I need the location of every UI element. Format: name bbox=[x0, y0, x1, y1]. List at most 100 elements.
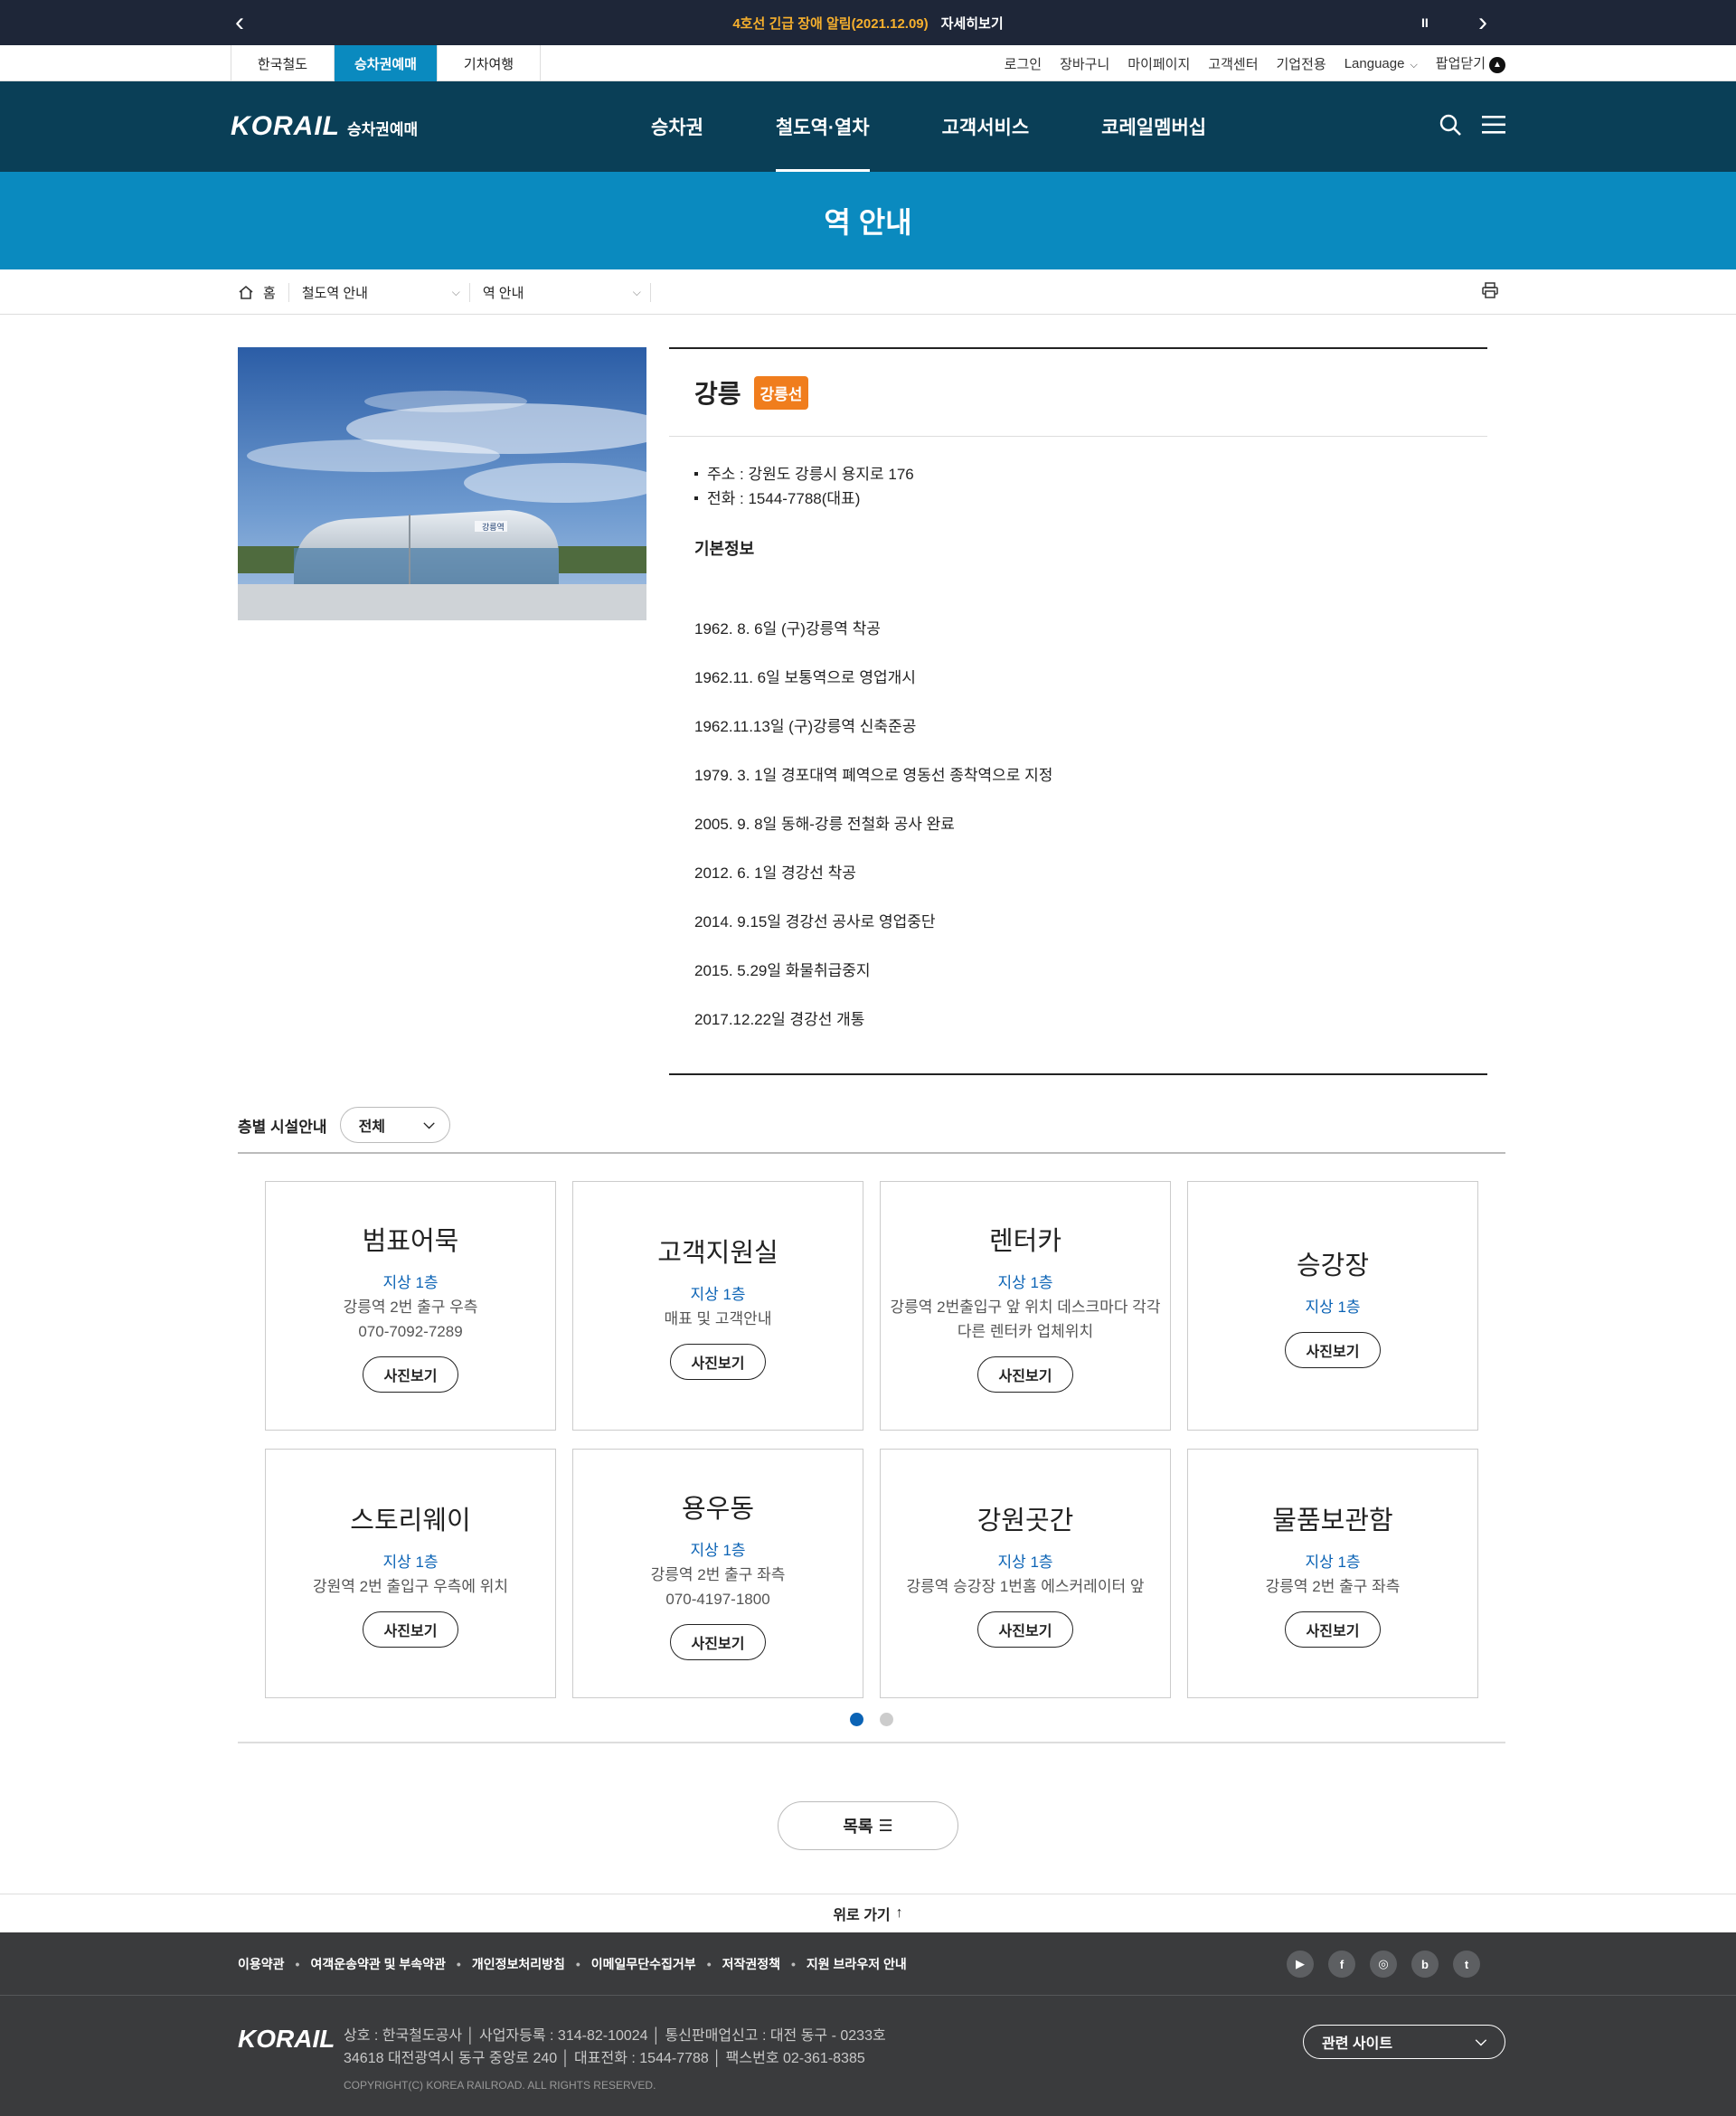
customer-center-link[interactable]: 고객센터 bbox=[1208, 54, 1258, 73]
footer-links: 이용약관 • 여객운송약관 및 부속약관 • 개인정보처리방침 • 이메일무단수집거부… bbox=[238, 1955, 907, 1973]
enterprise-link[interactable]: 기업전용 bbox=[1277, 54, 1326, 73]
history-list: 1962. 8. 6일 (구)강릉역 착공 1962.11. 6일 보통역으로 … bbox=[669, 560, 1487, 1073]
popup-close-label: 팝업닫기 bbox=[1435, 56, 1486, 72]
facility-name: 범표어묵 bbox=[362, 1226, 459, 1256]
pagination-dot-1[interactable] bbox=[850, 1713, 863, 1726]
facility-phone: 070-7092-7289 bbox=[358, 1322, 463, 1340]
basic-info-title: 기본정보 bbox=[694, 540, 755, 558]
footer-link-email-refusal[interactable]: 이메일무단수집거부 bbox=[591, 1955, 696, 1973]
footer-link-terms[interactable]: 이용약관 bbox=[238, 1955, 285, 1973]
chevron-up-icon: ▲ bbox=[1489, 56, 1505, 73]
photo-view-button[interactable]: 사진보기 bbox=[670, 1623, 766, 1660]
breadcrumb: 홈 철도역 안내 ⌵ 역 안내 ⌵ bbox=[0, 269, 1736, 315]
menu-membership[interactable]: 코레일멤버십 bbox=[1101, 81, 1206, 172]
station-phone: 전화 : 1544-7788(대표) bbox=[694, 486, 1487, 511]
footer-link-copyright[interactable]: 저작권정책 bbox=[722, 1955, 780, 1973]
list-button-label: 목록 bbox=[843, 1818, 873, 1836]
photo-view-button[interactable]: 사진보기 bbox=[363, 1611, 458, 1648]
facility-desc: 강릉역 2번 출구 좌측 bbox=[1265, 1578, 1401, 1595]
twitter-icon[interactable]: t bbox=[1453, 1951, 1480, 1978]
breadcrumb-home[interactable]: 홈 bbox=[238, 282, 289, 302]
logo-sub: 승차권예매 bbox=[347, 121, 419, 138]
hamburger-menu-icon[interactable] bbox=[1482, 115, 1505, 139]
facility-floor: 지상 1층 bbox=[382, 1554, 439, 1571]
print-icon[interactable] bbox=[1482, 282, 1498, 302]
site-tab-travel[interactable]: 기차여행 bbox=[438, 45, 541, 81]
footer-link-browser[interactable]: 지원 브라우저 안내 bbox=[807, 1955, 907, 1973]
facility-floor: 지상 1층 bbox=[382, 1273, 439, 1291]
list-button[interactable]: 목록 ☰ bbox=[778, 1801, 958, 1850]
pagination-dot-2[interactable] bbox=[880, 1713, 893, 1726]
menu-station-train[interactable]: 철도역·열차 bbox=[775, 81, 870, 172]
photo-view-button[interactable]: 사진보기 bbox=[977, 1356, 1073, 1393]
footer: 이용약관 • 여객운송약관 및 부속약관 • 개인정보처리방침 • 이메일무단수집거부… bbox=[0, 1932, 1736, 2116]
history-item: 2012. 6. 1일 경강선 착공 bbox=[694, 864, 856, 882]
login-link[interactable]: 로그인 bbox=[1005, 54, 1042, 73]
blog-icon[interactable]: b bbox=[1411, 1951, 1439, 1978]
menu-ticket[interactable]: 승차권 bbox=[651, 81, 703, 172]
footer-link-privacy[interactable]: 개인정보처리방침 bbox=[472, 1955, 565, 1973]
site-tab-ticket[interactable]: 승차권예매 bbox=[335, 45, 438, 81]
breadcrumb-home-label: 홈 bbox=[263, 285, 276, 301]
facility-floor: 지상 1층 bbox=[997, 1273, 1053, 1291]
facility-desc: 매표 및 고객안내 bbox=[664, 1310, 772, 1327]
pause-button[interactable]: II bbox=[1421, 0, 1429, 45]
arrow-up-icon: ↑ bbox=[895, 1905, 903, 1921]
facility-card: 렌터카 지상 1층 강릉역 2번출입구 앞 위치 데스크마다 각각 다른 렌터카… bbox=[880, 1181, 1171, 1431]
photo-view-button[interactable]: 사진보기 bbox=[1285, 1331, 1381, 1368]
facility-phone: 070-4197-1800 bbox=[665, 1590, 770, 1608]
facebook-icon[interactable]: f bbox=[1328, 1951, 1355, 1978]
notice-more-link[interactable]: 자세히보기 bbox=[941, 14, 1004, 33]
instagram-icon[interactable]: ◎ bbox=[1370, 1951, 1397, 1978]
photo-view-button[interactable]: 사진보기 bbox=[977, 1611, 1073, 1648]
language-select[interactable]: Language ⌵ bbox=[1344, 56, 1418, 71]
search-icon[interactable] bbox=[1439, 113, 1462, 141]
photo-view-button[interactable]: 사진보기 bbox=[670, 1344, 766, 1380]
facility-card: 고객지원실 지상 1층 매표 및 고객안내 사진보기 bbox=[572, 1181, 863, 1431]
facility-name: 스토리웨이 bbox=[350, 1507, 471, 1535]
photo-view-button[interactable]: 사진보기 bbox=[1285, 1611, 1381, 1648]
youtube-icon[interactable]: ▶ bbox=[1287, 1951, 1314, 1978]
history-item: 1962. 8. 6일 (구)강릉역 착공 bbox=[694, 620, 881, 638]
footer-link-transport-terms[interactable]: 여객운송약관 및 부속약관 bbox=[310, 1955, 445, 1973]
history-item: 1962.11.13일 (구)강릉역 신축준공 bbox=[694, 718, 917, 735]
language-label: Language bbox=[1344, 55, 1405, 71]
menu-customer-service[interactable]: 고객서비스 bbox=[942, 81, 1030, 172]
site-logo[interactable]: KORAIL 승차권예매 bbox=[231, 111, 502, 142]
history-item: 2014. 9.15일 경강선 공사로 영업중단 bbox=[694, 913, 936, 930]
chevron-right-icon[interactable]: › bbox=[1465, 0, 1501, 45]
footer-logo: KORAIL bbox=[238, 2025, 335, 2053]
main-header: KORAIL 승차권예매 승차권 철도역·열차 고객서비스 코레일멤버십 bbox=[0, 81, 1736, 172]
cart-link[interactable]: 장바구니 bbox=[1060, 54, 1109, 73]
breadcrumb-level2-select[interactable]: 역 안내 ⌵ bbox=[470, 282, 651, 302]
popup-close-button[interactable]: 팝업닫기 ▲ bbox=[1435, 53, 1505, 73]
breadcrumb-level1-select[interactable]: 철도역 안내 ⌵ bbox=[289, 282, 470, 302]
station-address: 주소 : 강원도 강릉시 용지로 176 bbox=[694, 462, 1487, 486]
floor-filter-value: 전체 bbox=[358, 1119, 386, 1135]
related-sites-select[interactable]: 관련 사이트 ⌵ bbox=[1303, 2025, 1505, 2059]
home-icon bbox=[239, 285, 253, 299]
station-heading: 강릉 강릉선 bbox=[669, 349, 1487, 437]
facility-floor: 지상 1층 bbox=[1305, 1554, 1361, 1571]
to-top-button[interactable]: 위로 가기 ↑ bbox=[0, 1894, 1736, 1932]
facility-card: 용우동 지상 1층 강릉역 2번 출구 좌측 070-4197-1800 사진보… bbox=[572, 1449, 863, 1698]
facility-label: 층별 시설안내 bbox=[238, 1118, 327, 1136]
floor-filter-select[interactable]: 전체 ⌵ bbox=[339, 1107, 450, 1143]
station-name: 강릉 bbox=[694, 380, 741, 408]
site-tab-korail[interactable]: 한국철도 bbox=[231, 45, 335, 81]
facility-desc: 강원역 2번 출입구 우측에 위치 bbox=[312, 1578, 509, 1595]
footer-addr-line1: 상호 : 한국철도공사 │ 사업자등록 : 314-82-10024 │ 통신판… bbox=[344, 2028, 886, 2044]
photo-view-button[interactable]: 사진보기 bbox=[363, 1356, 458, 1393]
station-sign-text: 강릉역 bbox=[482, 523, 505, 533]
site-tabs: 한국철도 승차권예매 기차여행 bbox=[231, 45, 541, 81]
facility-header: 층별 시설안내 전체 ⌵ bbox=[231, 1106, 1505, 1144]
logo-brand: KORAIL bbox=[231, 111, 340, 141]
station-detail: 강릉 강릉선 주소 : 강원도 강릉시 용지로 176 전화 : 1544-77… bbox=[669, 347, 1487, 1075]
mypage-link[interactable]: 마이페이지 bbox=[1127, 54, 1190, 73]
breadcrumb-level1-label: 철도역 안내 bbox=[301, 285, 368, 301]
facility-desc: 강릉역 2번 출구 우측 bbox=[343, 1298, 478, 1316]
related-sites-label: 관련 사이트 bbox=[1322, 2036, 1393, 2052]
history-item: 2005. 9. 8일 동해-강릉 전철화 공사 완료 bbox=[694, 816, 955, 833]
chevron-down-icon: ⌵ bbox=[1410, 59, 1418, 71]
notice-alert-text[interactable]: 4호선 긴급 장애 알림(2021.12.09) bbox=[732, 14, 928, 33]
